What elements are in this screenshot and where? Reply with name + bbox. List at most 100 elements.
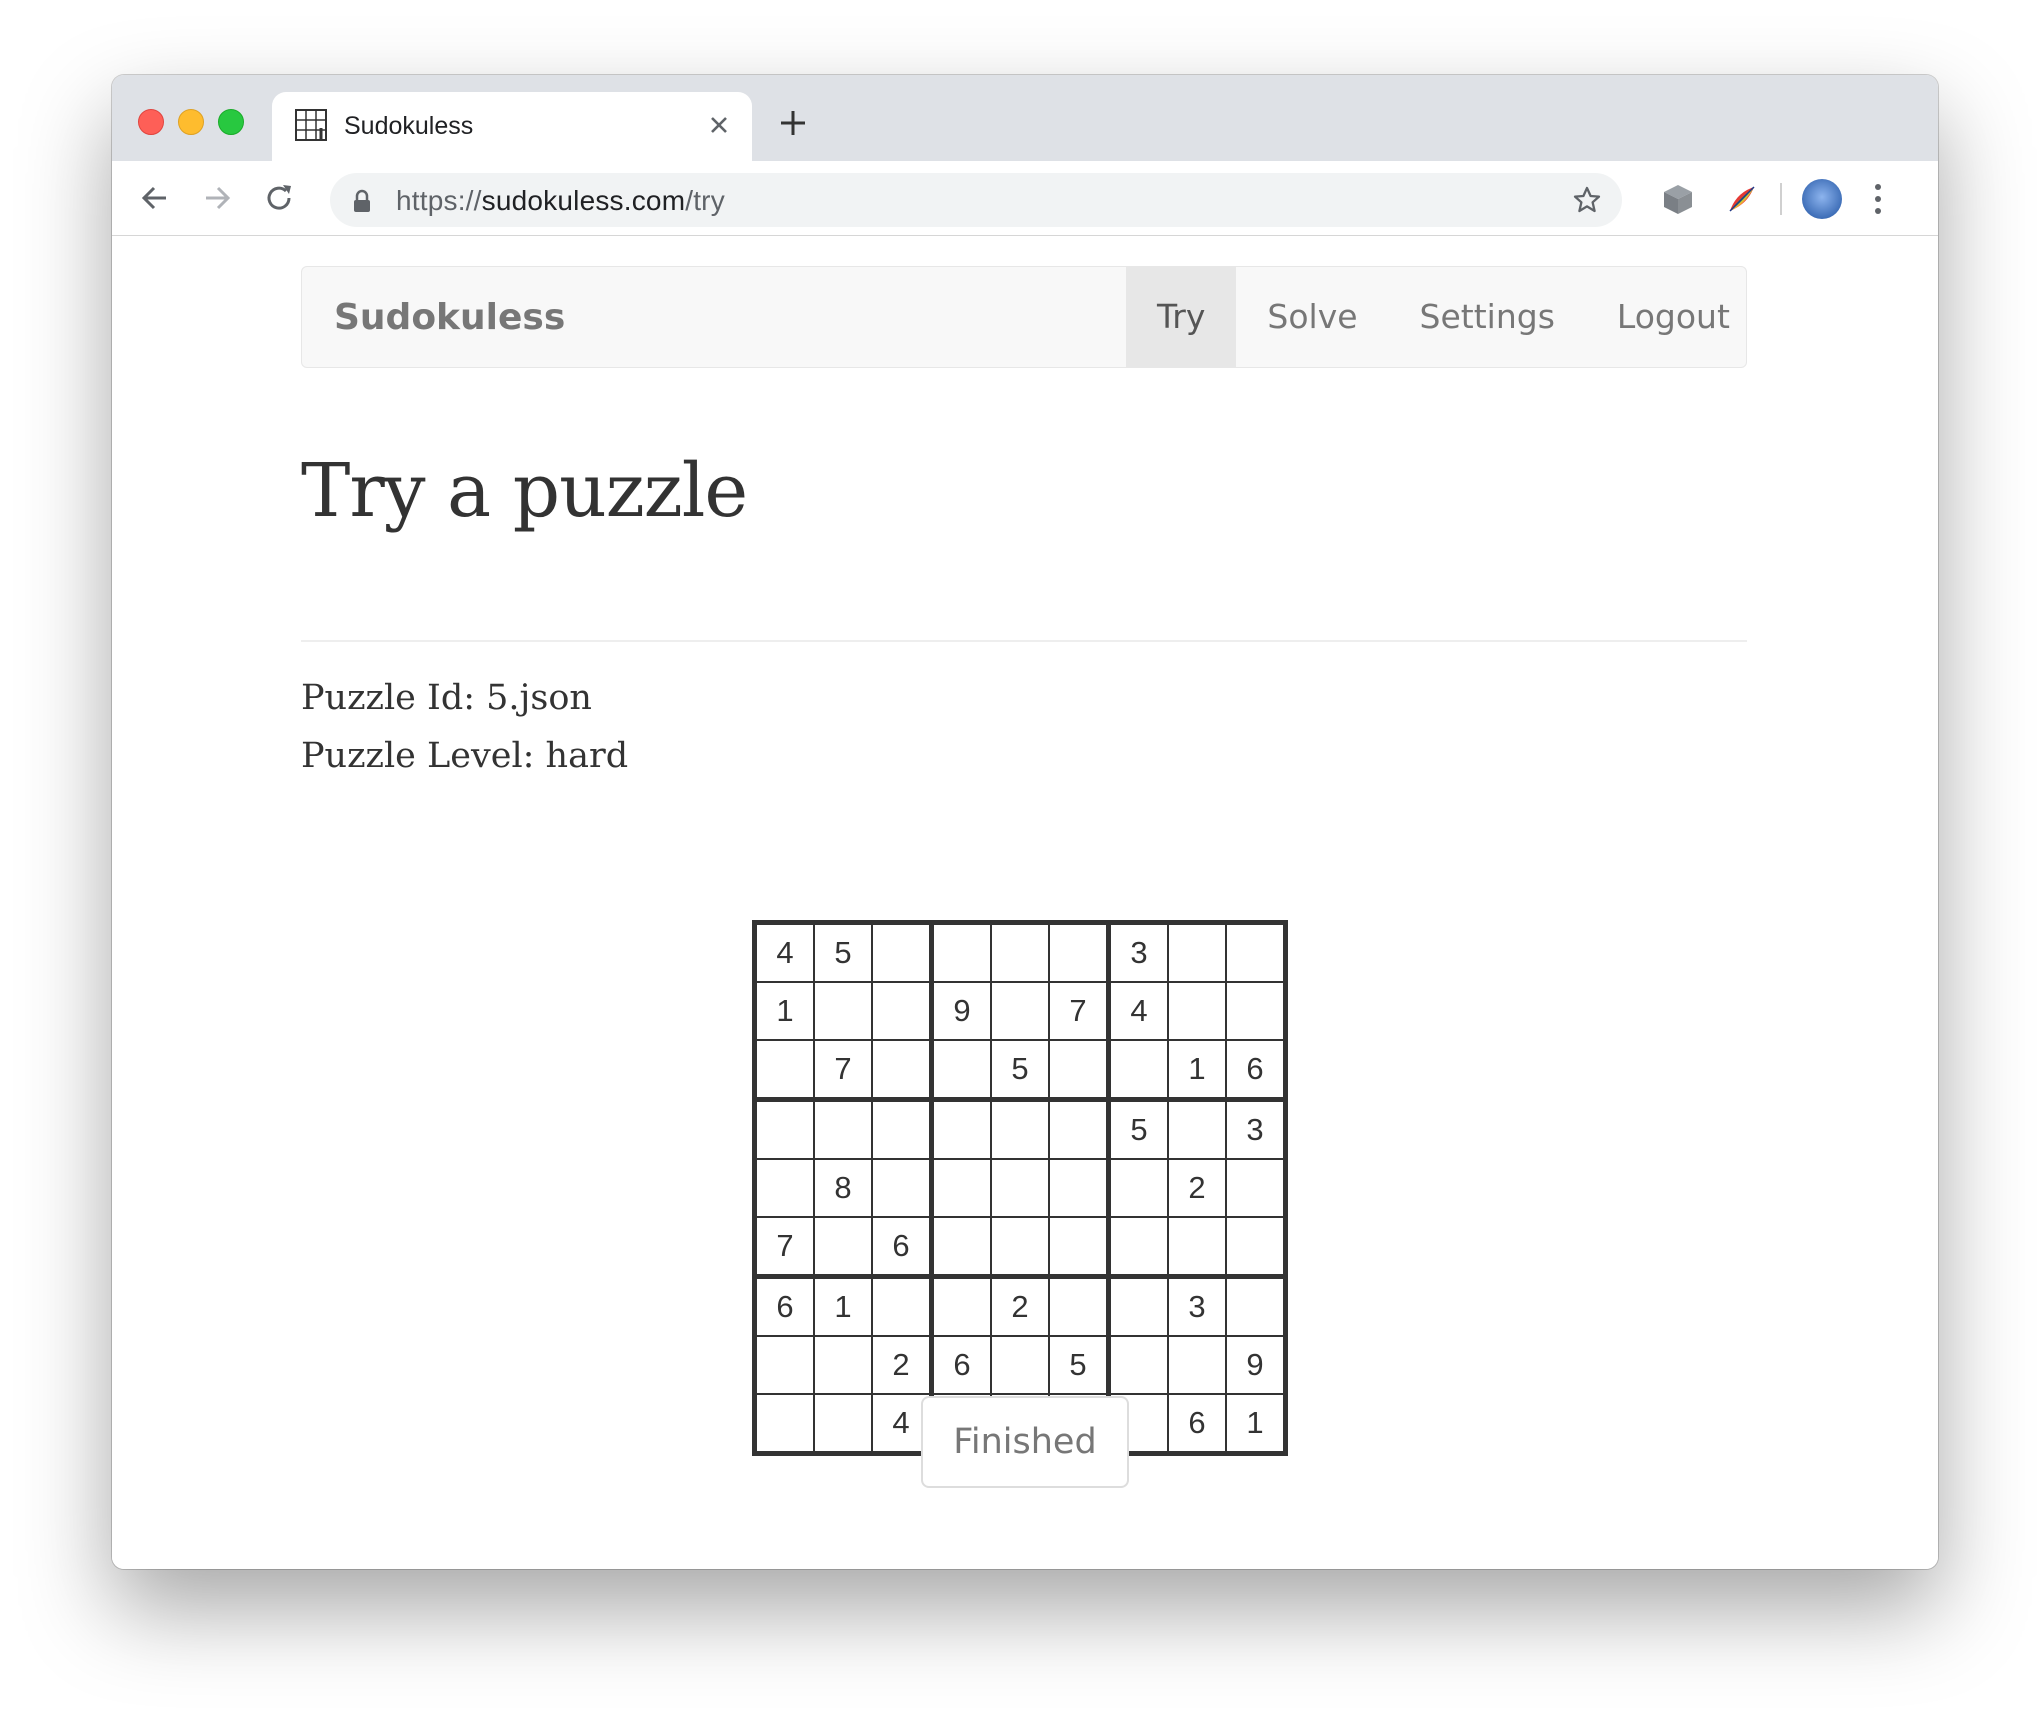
sudoku-cell[interactable] xyxy=(990,981,1050,1041)
sudoku-cell[interactable] xyxy=(990,1216,1050,1279)
nav-link-try[interactable]: Try xyxy=(1126,267,1237,367)
sudoku-cell[interactable] xyxy=(1167,921,1227,983)
sudoku-cell[interactable] xyxy=(813,1098,873,1160)
sudoku-cell[interactable] xyxy=(930,1039,992,1102)
sudoku-cell[interactable]: 5 xyxy=(1048,1335,1111,1395)
sudoku-cell[interactable] xyxy=(753,1039,815,1102)
sudoku-cell[interactable] xyxy=(813,1335,873,1395)
sudoku-cell[interactable] xyxy=(1107,1216,1169,1279)
nav-link-logout[interactable]: Logout xyxy=(1586,267,1761,367)
sudoku-cell[interactable] xyxy=(753,1393,815,1455)
sudoku-cell[interactable]: 1 xyxy=(1225,1393,1287,1455)
sudoku-cell[interactable]: 6 xyxy=(930,1335,992,1395)
back-arrow-icon[interactable] xyxy=(138,181,172,215)
sudoku-cell[interactable]: 8 xyxy=(813,1158,873,1218)
sudoku-cell[interactable] xyxy=(1048,1098,1111,1160)
sudoku-cell[interactable] xyxy=(1225,1275,1287,1337)
sudoku-cell[interactable]: 2 xyxy=(990,1275,1050,1337)
sudoku-cell[interactable]: 9 xyxy=(1225,1335,1287,1395)
reload-icon[interactable] xyxy=(262,181,296,215)
profile-avatar[interactable] xyxy=(1802,179,1842,219)
sudoku-cell[interactable] xyxy=(1167,1098,1227,1160)
sudoku-cell[interactable] xyxy=(753,1098,815,1160)
sudoku-cell[interactable]: 6 xyxy=(1167,1393,1227,1455)
sudoku-cell[interactable] xyxy=(813,1216,873,1279)
sudoku-cell[interactable] xyxy=(871,1039,934,1102)
sudoku-cell[interactable] xyxy=(871,1098,934,1160)
sudoku-cell[interactable] xyxy=(813,1393,873,1455)
sudoku-cell[interactable] xyxy=(1107,1335,1169,1395)
site-brand[interactable]: Sudokuless xyxy=(334,297,565,338)
nav-link-solve[interactable]: Solve xyxy=(1236,267,1388,367)
tab-strip: Sudokuless xyxy=(112,75,1938,161)
browser-menu-icon[interactable] xyxy=(1872,181,1884,217)
sudoku-cell[interactable]: 6 xyxy=(753,1275,815,1337)
sudoku-cell[interactable]: 3 xyxy=(1225,1098,1287,1160)
maximize-window-button[interactable] xyxy=(218,109,244,135)
sudoku-cell[interactable]: 1 xyxy=(753,981,815,1041)
sudoku-cell[interactable]: 1 xyxy=(813,1275,873,1337)
sudoku-cell[interactable]: 3 xyxy=(1107,921,1169,983)
sudoku-cell[interactable] xyxy=(930,1158,992,1218)
cube-extension-icon[interactable] xyxy=(1660,181,1696,217)
sudoku-cell[interactable]: 5 xyxy=(813,921,873,983)
new-tab-icon[interactable] xyxy=(776,106,810,140)
close-window-button[interactable] xyxy=(138,109,164,135)
sudoku-cell[interactable] xyxy=(1048,1039,1111,1102)
sudoku-cell[interactable] xyxy=(930,1275,992,1337)
sudoku-cell[interactable] xyxy=(871,1158,934,1218)
browser-tab[interactable]: Sudokuless xyxy=(272,92,752,161)
sudoku-cell[interactable] xyxy=(1048,921,1111,983)
sudoku-cell[interactable] xyxy=(990,921,1050,983)
sudoku-cell[interactable] xyxy=(930,1216,992,1279)
sudoku-cell[interactable] xyxy=(1167,1216,1227,1279)
forward-arrow-icon[interactable] xyxy=(200,181,234,215)
sudoku-cell[interactable] xyxy=(1225,1216,1287,1279)
sudoku-cell[interactable]: 4 xyxy=(1107,981,1169,1041)
sudoku-cell[interactable] xyxy=(871,921,934,983)
sudoku-cell[interactable] xyxy=(930,921,992,983)
sudoku-cell[interactable] xyxy=(1048,1158,1111,1218)
sudoku-cell[interactable] xyxy=(1225,1158,1287,1218)
sudoku-cell[interactable]: 1 xyxy=(1167,1039,1227,1102)
sudoku-cell[interactable]: 7 xyxy=(1048,981,1111,1041)
sudoku-cell[interactable] xyxy=(1048,1216,1111,1279)
sudoku-cell[interactable]: 2 xyxy=(1167,1158,1227,1218)
sudoku-cell[interactable] xyxy=(753,1335,815,1395)
sudoku-cell[interactable] xyxy=(1107,1039,1169,1102)
sudoku-cell[interactable] xyxy=(930,1098,992,1160)
sudoku-cell[interactable]: 6 xyxy=(871,1216,934,1279)
nav-link-settings[interactable]: Settings xyxy=(1389,267,1586,367)
url-host: sudokuless.com xyxy=(481,185,686,216)
sudoku-cell[interactable] xyxy=(871,981,934,1041)
sudoku-cell[interactable]: 6 xyxy=(1225,1039,1287,1102)
sudoku-cell[interactable] xyxy=(1107,1158,1169,1218)
sudoku-cell[interactable] xyxy=(871,1275,934,1337)
sudoku-cell[interactable]: 7 xyxy=(813,1039,873,1102)
sudoku-cell[interactable] xyxy=(753,1158,815,1218)
sudoku-cell[interactable] xyxy=(990,1098,1050,1160)
sudoku-cell[interactable]: 3 xyxy=(1167,1275,1227,1337)
sudoku-cell[interactable]: 5 xyxy=(990,1039,1050,1102)
sudoku-cell[interactable]: 4 xyxy=(753,921,815,983)
sudoku-cell[interactable] xyxy=(990,1335,1050,1395)
sudoku-cell[interactable] xyxy=(990,1158,1050,1218)
minimize-window-button[interactable] xyxy=(178,109,204,135)
sudoku-cell[interactable] xyxy=(1048,1275,1111,1337)
sudoku-cell[interactable]: 5 xyxy=(1107,1098,1169,1160)
address-bar[interactable]: https://sudokuless.com/try xyxy=(330,173,1622,227)
colorful-feather-extension-icon[interactable] xyxy=(1724,181,1760,217)
sudoku-cell[interactable]: 9 xyxy=(930,981,992,1041)
sudoku-cell[interactable] xyxy=(1225,981,1287,1041)
sudoku-cell[interactable] xyxy=(1225,921,1287,983)
sudoku-cell[interactable] xyxy=(1167,981,1227,1041)
sudoku-row: 61 2 3 xyxy=(753,1275,1287,1337)
sudoku-cell[interactable]: 7 xyxy=(753,1216,815,1279)
sudoku-cell[interactable] xyxy=(813,981,873,1041)
bookmark-star-icon[interactable] xyxy=(1572,185,1602,215)
close-tab-icon[interactable] xyxy=(704,110,734,140)
sudoku-cell[interactable]: 2 xyxy=(871,1335,934,1395)
sudoku-cell[interactable] xyxy=(1167,1335,1227,1395)
finished-button[interactable]: Finished xyxy=(921,1396,1129,1488)
sudoku-cell[interactable] xyxy=(1107,1275,1169,1337)
